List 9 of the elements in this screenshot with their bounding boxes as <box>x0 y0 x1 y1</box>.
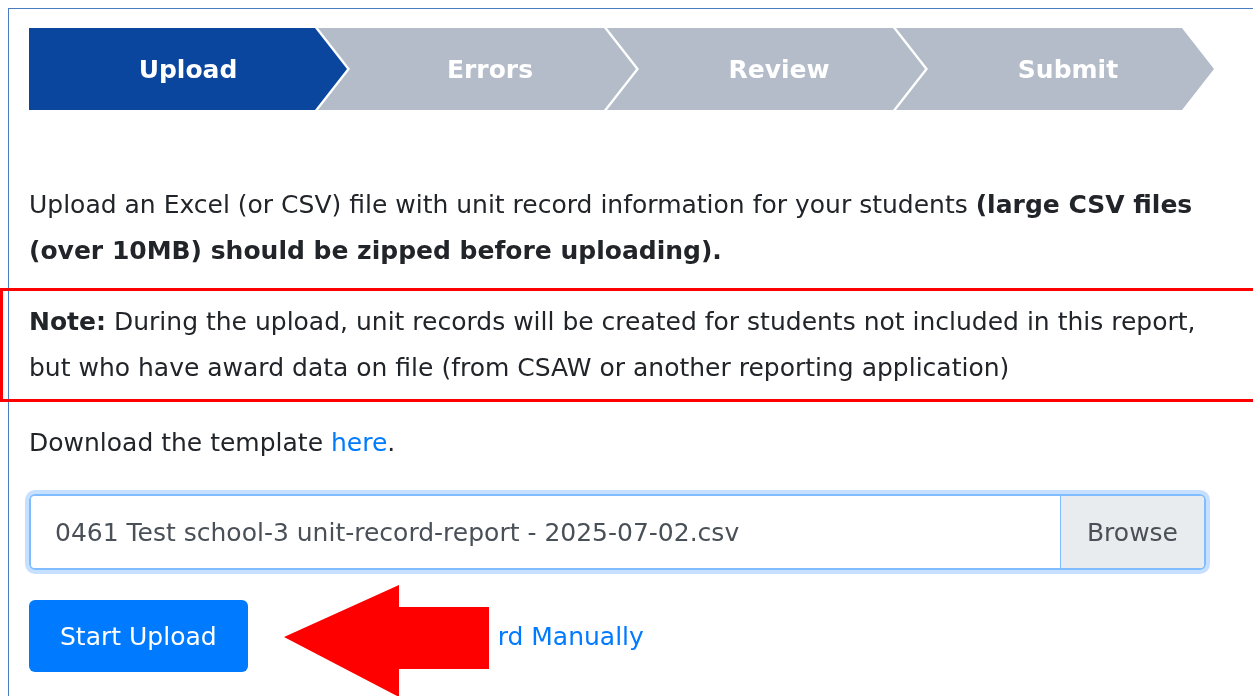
step-tab[interactable]: Upload <box>29 28 347 110</box>
enter-manually-link[interactable]: rd Manually <box>497 621 644 651</box>
browse-button[interactable]: Browse <box>1059 496 1204 568</box>
note-paragraph: Note: During the upload, unit records will be created for students not included in this report, but who have award data on file (from CSAW or another reporting application) <box>0 288 1253 402</box>
start-upload-button[interactable]: Start Upload <box>29 600 248 672</box>
here-link[interactable]: here <box>331 428 388 457</box>
download-text: Download the template here. <box>29 427 397 459</box>
arrow-icon <box>284 585 489 696</box>
intro-paragraph: Upload an Excel (or CSV) file with unit record information for your students (large CSV files (over 10MB) should be zipped before uploading). <box>29 189 1194 267</box>
